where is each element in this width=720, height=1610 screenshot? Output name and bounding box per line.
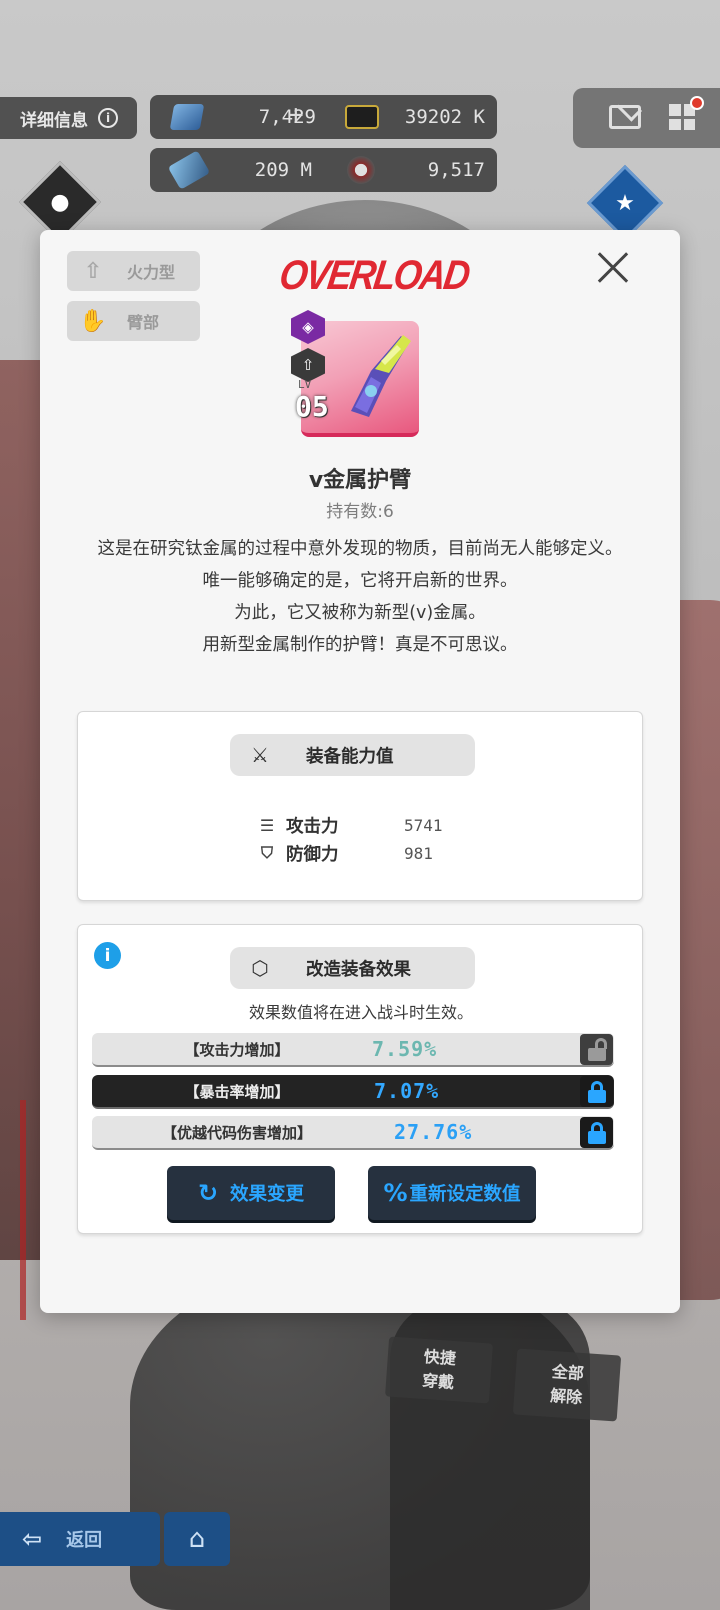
mail-icon[interactable]	[609, 105, 641, 129]
detail-info-label: 详细信息	[20, 110, 88, 131]
token-icon	[347, 156, 375, 184]
decor-stripe	[20, 1100, 26, 1320]
effects-note: 效果数值将在进入战斗时生效。	[248, 1003, 473, 1022]
info-icon: i	[98, 108, 118, 128]
effect-value: 27.76%	[394, 1120, 473, 1144]
stat-label: 防御力	[286, 844, 339, 865]
stat-value: 5741	[404, 815, 443, 835]
stats-section-header: ⚔ 装备能力值	[230, 734, 475, 776]
resource-bar-top: 7,429 + 39202 K	[150, 95, 497, 139]
class-tag: ⇧ 火力型	[67, 251, 200, 291]
gem-icon	[169, 104, 205, 130]
description-line: 用新型金属制作的护臂！真是不可思议。	[202, 635, 518, 655]
unequip-all-label-2: 解除	[549, 1385, 583, 1408]
slot-tag-label: 臂部	[127, 313, 160, 332]
resource-value: 9,517	[427, 159, 485, 181]
add-gems-button[interactable]: +	[288, 100, 304, 130]
back-label: 返回	[66, 1530, 103, 1551]
item-name: v金属护臂	[308, 468, 412, 493]
description-line: 唯一能够确定的是，它将开启新的世界。	[202, 571, 518, 591]
percent-icon: %	[383, 1179, 408, 1207]
resource-core-dust: 209 M	[167, 148, 312, 192]
unequip-all-button[interactable]: 全部 解除	[512, 1348, 622, 1422]
info-icon[interactable]: i	[94, 942, 121, 969]
equipment-stats-section: ⚔ 装备能力值 ☰ 攻击力 5741 ⛉ 防御力 981	[77, 711, 643, 901]
lock-icon[interactable]	[580, 1076, 613, 1107]
stat-row-attack: ☰ 攻击力 5741	[256, 812, 443, 838]
class-tag-label: 火力型	[127, 263, 176, 282]
resource-value: 209 M	[254, 159, 312, 181]
change-effect-button[interactable]: ↻ 效果变更	[167, 1166, 335, 1220]
close-icon[interactable]	[593, 248, 633, 288]
crossed-swords-icon: ⚔	[251, 743, 269, 767]
reset-values-button[interactable]: % 重新设定数值	[368, 1166, 536, 1220]
modification-effects-section: i ⬡ 改造装备效果 效果数值将在进入战斗时生效。 【攻击力增加】 7.59% …	[77, 924, 643, 1234]
top-right-menu	[573, 88, 720, 148]
effect-value: 7.07%	[374, 1079, 440, 1103]
credit-icon	[345, 105, 379, 129]
notification-dot	[690, 96, 704, 110]
equipment-detail-modal: ⇧ 火力型 ✋ 臂部 OVERLOAD ◈ ⇧ LV 05 v金属护臂 持有数:…	[40, 230, 680, 1313]
arm-guard-art	[351, 335, 411, 417]
resource-tokens: 9,517	[345, 148, 485, 192]
change-effect-label: 效果变更	[230, 1184, 305, 1205]
lock-icon[interactable]	[580, 1117, 613, 1148]
reset-values-label: 重新设定数值	[409, 1184, 521, 1205]
unlock-icon[interactable]	[580, 1034, 613, 1065]
resource-bar-bottom: 209 M 9,517	[150, 148, 497, 192]
effect-row[interactable]: 【优越代码伤害增加】 27.76%	[92, 1116, 614, 1150]
effect-row[interactable]: 【暴击率增加】 7.07%	[92, 1075, 614, 1109]
home-icon[interactable]: ⌂	[164, 1512, 230, 1566]
item-description: 这是在研究钛金属的过程中意外发现的物质，目前尚无人能够定义。 唯一能够确定的是，…	[70, 533, 650, 661]
effect-row[interactable]: 【攻击力增加】 7.59%	[92, 1033, 614, 1067]
quick-equip-button[interactable]: 快捷 穿戴	[385, 1336, 493, 1404]
person-icon: ●	[50, 189, 70, 215]
stat-label: 攻击力	[286, 816, 339, 837]
exit-icon: ⇦	[22, 1525, 43, 1553]
description-line: 为此，它又被称为新型(v)金属。	[234, 603, 486, 623]
resource-value: 39202 K	[404, 106, 485, 128]
detail-info-button[interactable]: 详细信息 i	[0, 97, 137, 139]
effect-label: 【优越代码伤害增加】	[161, 1123, 312, 1142]
back-button[interactable]: ⇦ 返回	[0, 1512, 160, 1566]
description-line: 这是在研究钛金属的过程中意外发现的物质，目前尚无人能够定义。	[97, 539, 623, 559]
item-count: 持有数:6	[326, 502, 394, 522]
star-icon: ★	[615, 190, 635, 216]
level-value: 05	[295, 390, 329, 423]
arm-icon: ✋	[79, 308, 107, 334]
quick-equip-label-1: 快捷	[423, 1346, 457, 1369]
stat-row-defense: ⛉ 防御力 981	[256, 840, 433, 866]
attack-icon: ☰	[259, 815, 275, 835]
cube-icon: ⬡	[251, 956, 269, 980]
quick-equip-label-2: 穿戴	[421, 1370, 455, 1393]
defense-icon: ⛉	[260, 843, 273, 862]
firepower-icon: ⇧	[83, 258, 103, 284]
stats-section-title: 装备能力值	[306, 746, 394, 767]
stat-value: 981	[404, 843, 433, 863]
core-dust-icon	[167, 150, 211, 190]
slot-tag: ✋ 臂部	[67, 301, 200, 341]
unequip-all-label-1: 全部	[551, 1361, 585, 1384]
effect-label: 【暴击率增加】	[184, 1082, 290, 1101]
effects-section-title: 改造装备效果	[306, 959, 411, 980]
overload-logo: OVERLOAD	[276, 250, 472, 298]
effect-label: 【攻击力增加】	[184, 1040, 290, 1059]
effect-value: 7.59%	[372, 1037, 438, 1061]
resource-credits: 39202 K	[345, 95, 485, 139]
refresh-icon: ↻	[197, 1179, 219, 1207]
effects-section-header: ⬡ 改造装备效果	[230, 947, 475, 989]
